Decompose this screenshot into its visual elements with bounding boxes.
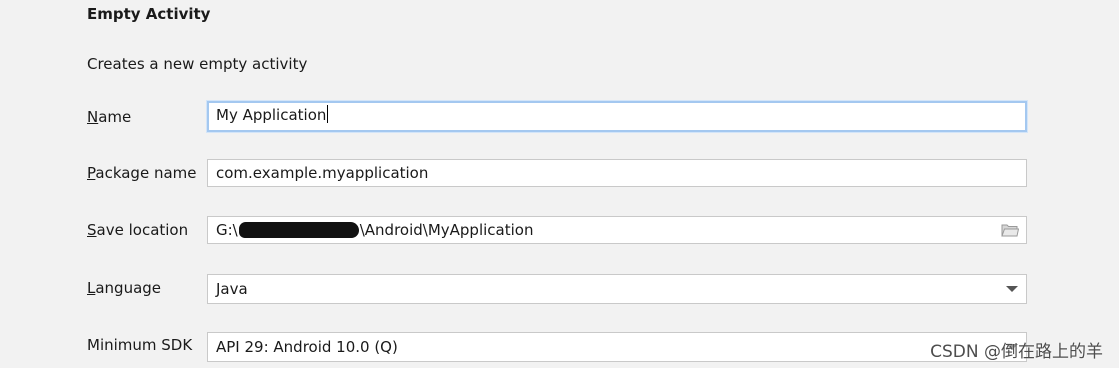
package-name-input[interactable]: com.example.myapplication [207, 159, 1027, 187]
minimum-sdk-value: API 29: Android 10.0 (Q) [216, 338, 398, 356]
language-label-rest: anguage [95, 279, 162, 297]
name-input[interactable]: My Application [207, 101, 1027, 132]
language-value: Java [216, 280, 248, 298]
package-name-label: Package name [87, 164, 197, 182]
redaction-mark [238, 222, 359, 238]
package-label-rest: ackage name [95, 164, 197, 182]
chevron-down-icon[interactable] [1006, 286, 1018, 292]
save-location-input[interactable]: G:\ \Android\MyApplication [207, 216, 1027, 244]
language-label: Language [87, 279, 161, 297]
template-title: Empty Activity [87, 5, 211, 23]
language-select[interactable]: Java [207, 274, 1027, 304]
folder-icon[interactable] [1001, 223, 1019, 237]
text-caret [327, 105, 329, 123]
name-label: Name [87, 108, 131, 126]
name-input-value: My Application [216, 106, 327, 124]
save-location-label-mnemonic: S [87, 221, 97, 239]
save-location-label-rest: ave location [96, 221, 189, 239]
name-label-rest: ame [98, 108, 132, 126]
csdn-watermark: CSDN @倒在路上的羊 [930, 342, 1103, 362]
package-name-value: com.example.myapplication [216, 164, 429, 182]
save-location-label: Save location [87, 221, 188, 239]
name-label-mnemonic: N [87, 108, 99, 126]
minimum-sdk-label: Minimum SDK [87, 336, 193, 354]
minimum-sdk-select[interactable]: API 29: Android 10.0 (Q) [207, 332, 1027, 362]
template-description: Creates a new empty activity [87, 55, 308, 73]
save-location-suffix: \Android\MyApplication [359, 221, 534, 239]
save-location-prefix: G:\ [216, 221, 238, 239]
